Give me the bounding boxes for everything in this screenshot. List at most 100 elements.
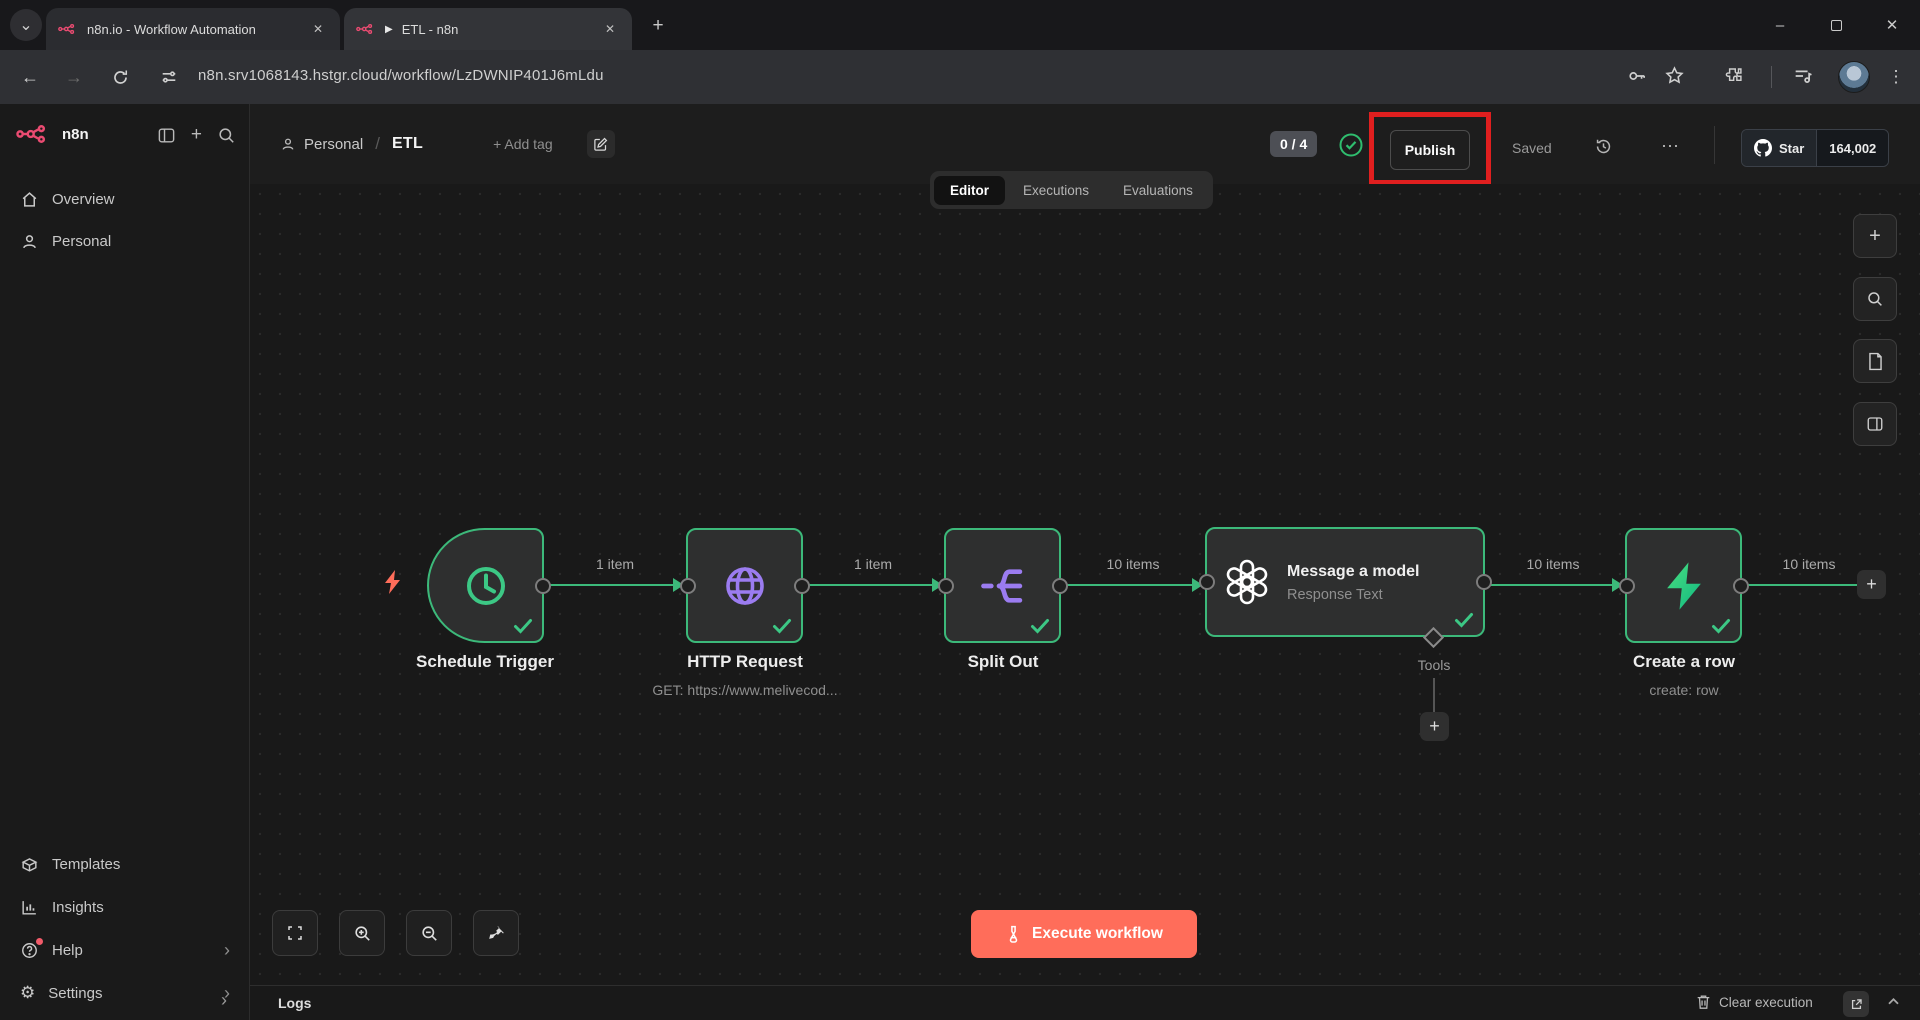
user-icon: [280, 136, 296, 152]
version-history-icon[interactable]: [1594, 137, 1613, 156]
edit-icon: [593, 137, 608, 152]
sidebar-item-personal[interactable]: Personal: [10, 224, 240, 258]
add-node-button[interactable]: +: [1857, 570, 1886, 599]
node-message-a-model[interactable]: Message a model Response Text: [1205, 527, 1485, 637]
extensions-puzzle-icon[interactable]: [1724, 65, 1745, 86]
header-divider: [1714, 126, 1715, 164]
node-split-out[interactable]: [944, 528, 1061, 643]
output-port[interactable]: [1733, 578, 1749, 594]
share-edit-button[interactable]: [587, 130, 615, 158]
tab-close-icon[interactable]: ✕: [308, 19, 328, 39]
sidebar-item-overview[interactable]: Overview: [10, 182, 240, 216]
canvas-search-button[interactable]: [1853, 277, 1897, 321]
expand-logs-chevron[interactable]: [1886, 994, 1901, 1009]
profile-avatar[interactable]: [1838, 61, 1870, 93]
browser-menu-kebab-icon[interactable]: ⋮: [1884, 65, 1908, 89]
workflow-name[interactable]: ETL: [392, 135, 423, 153]
back-button[interactable]: ←: [14, 61, 46, 93]
success-check-icon: [772, 618, 792, 634]
node-create-a-row[interactable]: [1625, 528, 1742, 643]
node-http-request[interactable]: [686, 528, 803, 643]
browser-tab-strip: ⌄ n8n.io - Workflow Automation ✕ ▶ ETL -…: [0, 0, 1920, 50]
github-star-label: Star: [1779, 141, 1804, 156]
zoom-out-button[interactable]: [406, 910, 452, 956]
toggle-panel-button[interactable]: [1853, 402, 1897, 446]
fit-view-icon: [286, 924, 304, 942]
forward-button[interactable]: →: [58, 61, 90, 93]
open-logs-popout-button[interactable]: [1843, 991, 1869, 1017]
add-node-rail-button[interactable]: +: [1853, 214, 1897, 258]
add-workflow-icon[interactable]: +: [191, 124, 202, 146]
node-schedule-trigger[interactable]: [427, 528, 544, 643]
tab-close-icon[interactable]: ✕: [600, 19, 620, 39]
input-port[interactable]: [1199, 574, 1215, 590]
add-tag-button[interactable]: + Add tag: [493, 136, 553, 152]
browser-tab-etl[interactable]: ▶ ETL - n8n ✕: [344, 8, 632, 50]
trigger-bolt-icon: [381, 569, 403, 595]
output-port[interactable]: [794, 578, 810, 594]
sticky-note-button[interactable]: [1853, 339, 1897, 383]
plus-icon: +: [1866, 574, 1877, 595]
add-tool-button[interactable]: +: [1420, 712, 1449, 741]
password-key-icon[interactable]: [1626, 65, 1648, 87]
connection-items-label: 10 items: [1493, 556, 1613, 572]
node-subtitle: GET: https://www.melivecod...: [605, 682, 885, 698]
tab-media-list-icon[interactable]: [1792, 65, 1814, 87]
window-close-button[interactable]: ✕: [1864, 0, 1920, 50]
tools-label: Tools: [1374, 657, 1494, 673]
tab-evaluations[interactable]: Evaluations: [1107, 176, 1209, 205]
tab-executions[interactable]: Executions: [1007, 176, 1105, 205]
connection-items-label: 10 items: [1073, 556, 1193, 572]
connection-line: [1487, 584, 1612, 586]
input-port[interactable]: [680, 578, 696, 594]
search-icon: [1866, 290, 1884, 308]
tab-playing-icon: ▶: [385, 24, 393, 35]
chevron-up-icon: [1886, 994, 1901, 1009]
breadcrumb-project[interactable]: Personal: [280, 136, 363, 153]
new-tab-button[interactable]: +: [645, 13, 671, 39]
logs-panel-bar[interactable]: Logs Clear execution: [250, 985, 1920, 1020]
site-info-icon[interactable]: [160, 68, 178, 86]
window-maximize-button[interactable]: [1808, 0, 1864, 50]
zoom-in-button[interactable]: [339, 910, 385, 956]
input-port[interactable]: [1619, 578, 1635, 594]
sidebar-item-settings[interactable]: ⚙ Settings ›: [10, 977, 240, 1009]
search-icon[interactable]: [217, 124, 236, 146]
sidebar-item-insights[interactable]: Insights: [10, 891, 240, 923]
github-star-count: 164,002: [1816, 130, 1888, 166]
reload-button[interactable]: [104, 61, 136, 93]
workflow-canvas[interactable]: 1 item 1 item 10 items 10 items 10 items…: [250, 184, 1920, 985]
output-port[interactable]: [1052, 578, 1068, 594]
flask-icon: [1005, 925, 1022, 944]
sidebar-item-templates[interactable]: Templates: [10, 848, 240, 880]
output-port[interactable]: [1476, 574, 1492, 590]
sidebar-item-help[interactable]: Help ›: [10, 934, 240, 966]
output-port[interactable]: [535, 578, 551, 594]
input-port[interactable]: [938, 578, 954, 594]
bookmark-star-icon[interactable]: [1664, 65, 1685, 86]
issues-count-badge: 0 / 4: [1270, 131, 1317, 157]
collapse-sidebar-icon[interactable]: [157, 124, 176, 146]
tab-search-caret-button[interactable]: ⌄: [10, 9, 42, 41]
execute-workflow-button[interactable]: Execute workflow: [971, 910, 1197, 958]
tidy-up-button[interactable]: [473, 910, 519, 956]
trash-icon: [1696, 994, 1711, 1010]
screen: ⌄ n8n.io - Workflow Automation ✕ ▶ ETL -…: [0, 0, 1920, 1020]
openai-icon: [1223, 558, 1271, 606]
plus-icon: +: [1869, 225, 1881, 248]
browser-tab-n8n-io[interactable]: n8n.io - Workflow Automation ✕: [46, 8, 340, 50]
home-icon: [20, 190, 39, 209]
sidebar-item-label: Settings: [48, 985, 211, 1002]
clear-execution-button[interactable]: Clear execution: [1696, 994, 1813, 1010]
user-icon: [20, 232, 39, 251]
view-tab-bar: Editor Executions Evaluations: [930, 171, 1213, 209]
zoom-to-fit-button[interactable]: [272, 910, 318, 956]
window-minimize-button[interactable]: –: [1752, 0, 1808, 50]
url-bar[interactable]: n8n.srv1068143.hstgr.cloud/workflow/LzDW…: [198, 67, 604, 84]
tab-editor[interactable]: Editor: [934, 176, 1005, 205]
publish-button[interactable]: Publish: [1390, 130, 1470, 170]
gear-icon: ⚙: [20, 983, 35, 1003]
sidebar-collapse-chevron[interactable]: ›: [212, 988, 236, 1012]
github-star-widget[interactable]: Star 164,002: [1741, 129, 1889, 167]
workflow-menu-button[interactable]: ⋯: [1654, 130, 1686, 162]
